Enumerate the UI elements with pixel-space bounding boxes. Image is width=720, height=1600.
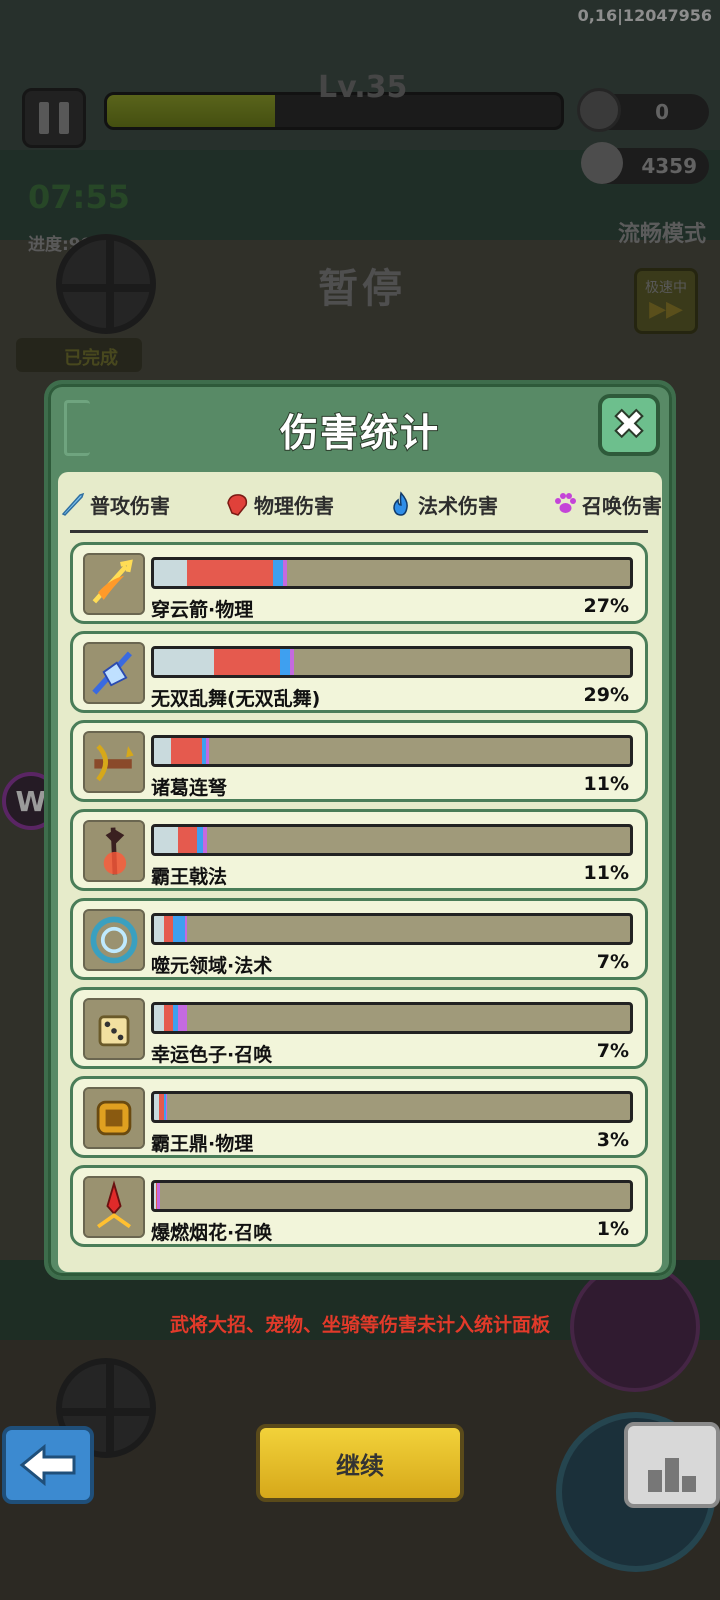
- damage-bar-normal: [154, 738, 171, 764]
- damage-bar-summon: [184, 916, 188, 942]
- damage-row: 无双乱舞(无双乱舞) 29%: [70, 631, 648, 713]
- crystal-sword-icon: [83, 642, 145, 704]
- damage-bar-normal: [154, 827, 178, 853]
- damage-bar-physical: [177, 827, 197, 853]
- close-icon: ✖: [611, 401, 646, 449]
- damage-source-name: 幸运色子·召唤: [151, 1044, 273, 1066]
- damage-bar-normal: [154, 1005, 164, 1031]
- damage-row: 霸王鼎·物理 3%: [70, 1076, 648, 1158]
- damage-percent: 27%: [583, 595, 629, 617]
- damage-row: 诸葛连弩 11%: [70, 720, 648, 802]
- back-arrow-icon: [19, 1443, 76, 1487]
- damage-bar: [151, 824, 633, 856]
- legend-normal: 普攻伤害: [60, 490, 170, 519]
- damage-source-name: 霸王戟法: [151, 866, 228, 888]
- cauldron-icon: [83, 1087, 145, 1149]
- flame-icon: [393, 491, 408, 516]
- damage-percent: 3%: [596, 1129, 629, 1151]
- damage-percent: 11%: [583, 773, 629, 795]
- vortex-icon: [83, 909, 145, 971]
- damage-source-name: 霸王鼎·物理: [151, 1133, 254, 1155]
- damage-bar-normal: [154, 649, 214, 675]
- damage-bar-physical: [187, 560, 273, 586]
- damage-bar-normal: [154, 916, 164, 942]
- damage-bar-physical: [163, 916, 174, 942]
- damage-bar-physical: [170, 738, 202, 764]
- damage-bar-physical: [163, 1005, 174, 1031]
- damage-bar-summon: [156, 1183, 160, 1209]
- damage-percent: 11%: [583, 862, 629, 884]
- damage-row: 噬元领域·法术 7%: [70, 898, 648, 980]
- damage-bar: [151, 1180, 633, 1212]
- damage-bar-summon: [282, 560, 288, 586]
- paw-icon: [555, 493, 576, 513]
- damage-bar: [151, 646, 633, 678]
- legend: 普攻伤害 物理伤害 法术伤害 召唤伤害: [58, 484, 662, 524]
- crossbow-icon: [83, 731, 145, 793]
- damage-bar-normal: [154, 560, 188, 586]
- halberd-icon: [83, 820, 145, 882]
- damage-row: 幸运色子·召唤 7%: [70, 987, 648, 1069]
- damage-percent: 1%: [596, 1218, 629, 1240]
- legend-physical: 物理伤害: [224, 490, 334, 519]
- damage-bar: [151, 1002, 633, 1034]
- damage-row: 霸王戟法 11%: [70, 809, 648, 891]
- damage-source-name: 无双乱舞(无双乱舞): [151, 688, 321, 710]
- damage-bar: [151, 913, 633, 945]
- damage-percent: 29%: [583, 684, 629, 706]
- damage-percent: 7%: [596, 951, 629, 973]
- damage-bar-summon: [202, 827, 208, 853]
- continue-button[interactable]: 继续: [256, 1424, 464, 1502]
- damage-source-name: 爆燃烟花·召唤: [151, 1222, 273, 1244]
- damage-bar-magic: [272, 560, 283, 586]
- firework-icon: [83, 1176, 145, 1238]
- damage-list: 穿云箭·物理 27% 无双乱舞(无双乱舞) 29% 诸葛连弩 11% 霸王戟法 11% 噬元领域…: [70, 542, 648, 1254]
- damage-bar-summon: [289, 649, 295, 675]
- legend-summon: 召唤伤害: [552, 490, 662, 519]
- damage-bar-summon: [177, 1005, 188, 1031]
- damage-bar-summon: [165, 1094, 168, 1120]
- damage-bar-magic: [280, 649, 290, 675]
- back-button[interactable]: [2, 1426, 94, 1504]
- damage-source-name: 穿云箭·物理: [151, 599, 254, 621]
- damage-bar: [151, 1091, 633, 1123]
- damage-row: 爆燃烟花·召唤 1%: [70, 1165, 648, 1247]
- damage-bar-physical: [213, 649, 281, 675]
- damage-bar-summon: [206, 738, 209, 764]
- damage-percent: 7%: [596, 1040, 629, 1062]
- ranking-button[interactable]: [624, 1422, 720, 1508]
- damage-row: 穿云箭·物理 27%: [70, 542, 648, 624]
- dice-icon: [83, 998, 145, 1060]
- arrow-wings-icon: [83, 553, 145, 615]
- podium-icon: [648, 1470, 662, 1492]
- damage-stats-panel: 伤害统计 ✖ 普攻伤害 物理伤害 法术伤害 召唤伤害 穿云箭·物理 27% 无双乱舞…: [44, 380, 676, 1280]
- legend-magic: 法术伤害: [388, 490, 498, 519]
- fist-icon: [227, 494, 248, 516]
- stats-note: 武将大招、宠物、坐骑等伤害未计入统计面板: [169, 1314, 550, 1336]
- damage-bar-magic: [173, 916, 185, 942]
- damage-bar: [151, 557, 633, 589]
- panel-title: 伤害统计: [279, 410, 440, 456]
- damage-source-name: 噬元领域·法术: [151, 955, 273, 977]
- close-button[interactable]: ✖: [598, 394, 660, 456]
- damage-bar: [151, 735, 633, 767]
- divider: [70, 530, 648, 533]
- sword-icon: [61, 492, 85, 516]
- damage-source-name: 诸葛连弩: [151, 777, 228, 799]
